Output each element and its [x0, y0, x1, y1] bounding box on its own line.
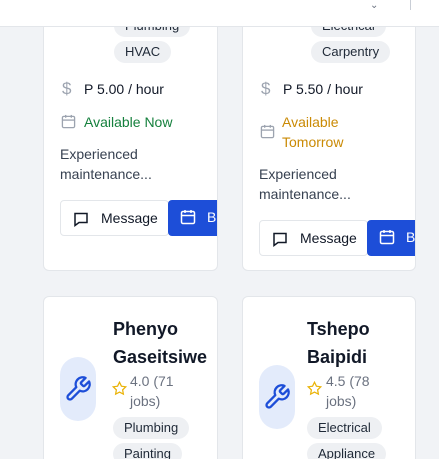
calendar-icon	[180, 210, 196, 225]
message-icon	[273, 232, 287, 247]
provider-card: Phenyo Gaseitsiwe 4.0 (71 jobs) Plumbing…	[43, 296, 218, 459]
star-icon	[307, 381, 322, 396]
wrench-icon	[66, 376, 91, 401]
provider-name: Phenyo Gaseitsiwe	[113, 319, 208, 367]
rating-text: 4.0 (71 jobs)	[130, 373, 174, 409]
avatar	[259, 365, 295, 429]
skill-tag: Plumbing	[113, 417, 190, 439]
provider-name: Tshepo Baipidi	[307, 319, 370, 367]
top-bar: ⌄	[0, 0, 439, 27]
message-icon	[74, 212, 88, 227]
availability-status: Available Tomorrow	[282, 114, 344, 150]
calendar-icon	[260, 124, 275, 139]
chevron-down-icon[interactable]: ⌄	[370, 0, 378, 11]
provider-card: Plumbing HVAC $ P 5.00 / hour Available …	[43, 0, 218, 271]
star-icon	[112, 381, 127, 396]
calendar-icon	[61, 114, 76, 129]
provider-card: Tshepo Baipidi 4.5 (78 jobs) Electrical …	[242, 296, 416, 459]
availability-status: Available Now	[84, 114, 173, 130]
provider-description: Experienced maintenance...	[60, 146, 152, 182]
hourly-rate: P 5.00 / hour	[84, 81, 164, 97]
message-button[interactable]: Message	[259, 220, 368, 256]
calendar-icon	[379, 230, 395, 245]
provider-description: Experienced maintenance...	[259, 166, 351, 202]
dollar-icon: $	[62, 79, 72, 98]
dollar-icon: $	[261, 79, 271, 98]
skill-tag: Electrical	[307, 417, 382, 439]
hourly-rate: P 5.50 / hour	[283, 81, 363, 97]
message-button[interactable]: Message	[60, 200, 169, 236]
skill-tag: HVAC	[114, 41, 172, 63]
book-button[interactable]: Book	[367, 220, 415, 256]
skill-tag: Painting	[113, 443, 182, 459]
provider-card: Electrical Carpentry $ P 5.50 / hour Ava…	[242, 0, 416, 271]
book-button[interactable]: Book	[168, 200, 217, 236]
skill-tag: Appliance	[307, 443, 387, 459]
wrench-icon	[265, 384, 290, 409]
divider	[410, 0, 411, 10]
skill-tag: Carpentry	[311, 41, 391, 63]
rating-text: 4.5 (78 jobs)	[326, 373, 370, 409]
avatar	[60, 357, 96, 421]
